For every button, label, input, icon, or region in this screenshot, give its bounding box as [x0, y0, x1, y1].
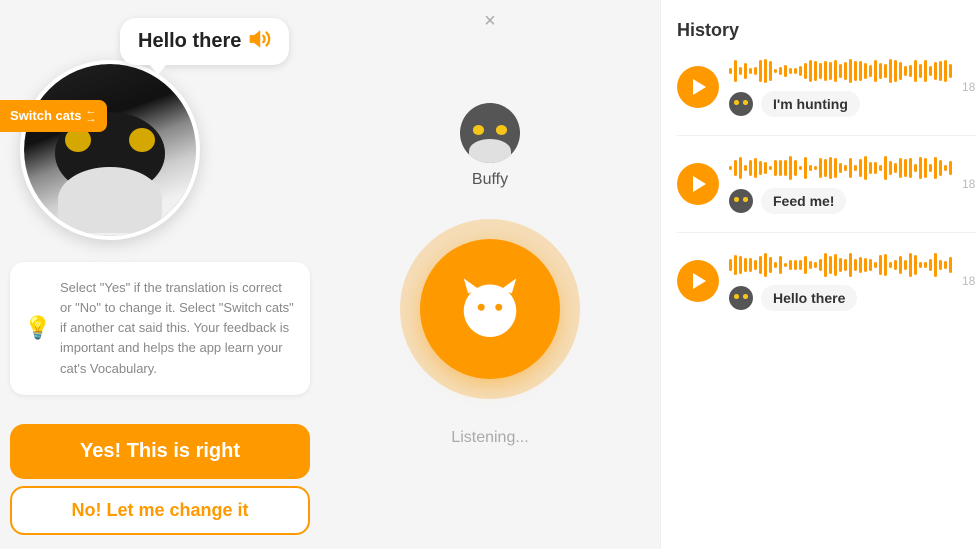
yes-button[interactable]: Yes! This is right [10, 424, 310, 479]
history-label-row-0: I'm hunting [729, 91, 952, 117]
center-cat-avatar [460, 103, 520, 163]
play-triangle-2 [693, 273, 706, 289]
center-cat-face [460, 103, 520, 163]
cat-name: Buffy [472, 171, 508, 189]
history-avatar-2 [729, 286, 753, 310]
history-label-row-1: Feed me! [729, 188, 952, 214]
listening-text: Listening... [451, 429, 528, 447]
switch-cats-button[interactable]: Switch cats ←→ [0, 100, 107, 132]
speech-bubble: Hello there [120, 18, 289, 65]
no-label: No! Let me change it [71, 500, 248, 520]
history-middle-0: I'm hunting [729, 57, 952, 117]
history-label-row-2: Hello there [729, 285, 952, 311]
play-button-1[interactable] [677, 163, 719, 205]
info-text: Select "Yes" if the translation is corre… [60, 278, 294, 379]
cat-image [24, 64, 196, 236]
cat-mic-icon [455, 274, 525, 344]
mic-button[interactable] [420, 239, 560, 379]
left-panel: Hello there Switch cats ←→ � [0, 0, 320, 549]
center-panel: × Buffy [320, 0, 660, 549]
center-cat-eye-right [496, 125, 507, 135]
history-avatar-1 [729, 189, 753, 213]
history-item-1: Feed me! 18 Nov [677, 154, 976, 233]
history-bubble-2: Hello there [761, 285, 857, 311]
play-triangle-1 [693, 176, 706, 192]
bubble-text: Hello there [138, 30, 241, 53]
history-bubble-1: Feed me! [761, 188, 846, 214]
speaker-icon[interactable] [249, 28, 271, 55]
waveform-0 [729, 57, 952, 85]
yes-label: Yes! This is right [80, 440, 240, 462]
switch-arrows-icon: ←→ [86, 108, 97, 123]
history-middle-2: Hello there [729, 251, 952, 311]
info-box: 💡 Select "Yes" if the translation is cor… [10, 262, 310, 395]
right-panel: History I'm hunting 18 Nov [660, 0, 976, 549]
center-cat-eye-left [473, 125, 484, 135]
history-date-2: 18 Nov [962, 274, 976, 288]
history-middle-1: Feed me! [729, 154, 952, 214]
history-item-2: Hello there 18 Nov [677, 251, 976, 329]
history-item-0: I'm hunting 18 Nov [677, 57, 976, 136]
waveform-1 [729, 154, 952, 182]
switch-cats-label: Switch cats [10, 108, 82, 124]
no-button[interactable]: No! Let me change it [10, 486, 310, 535]
waveform-2 [729, 251, 952, 279]
history-title: History [677, 20, 976, 41]
bulb-icon: 💡 [24, 315, 51, 341]
play-triangle-0 [693, 79, 706, 95]
history-bubble-0: I'm hunting [761, 91, 860, 117]
history-avatar-0 [729, 92, 753, 116]
cat-avatar [20, 60, 200, 240]
history-date-1: 18 Nov [962, 177, 976, 191]
play-button-2[interactable] [677, 260, 719, 302]
history-date-0: 18 Nov [962, 80, 976, 94]
play-button-0[interactable] [677, 66, 719, 108]
close-button[interactable]: × [484, 10, 496, 33]
mic-button-outer [400, 219, 580, 399]
